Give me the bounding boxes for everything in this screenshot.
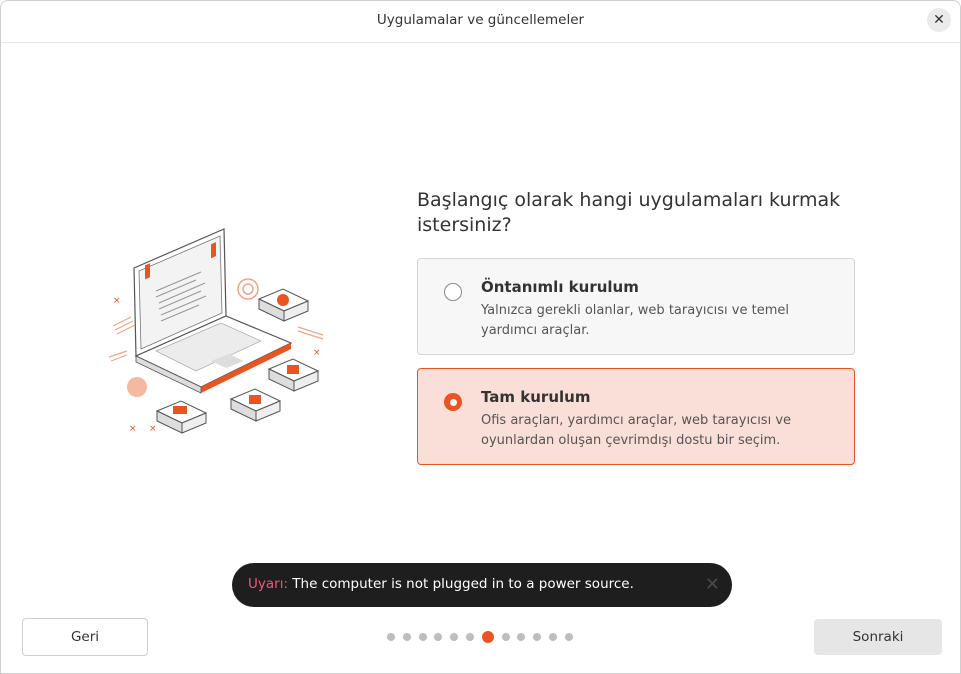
toast-label: Uyarı: (248, 576, 288, 592)
radio-default-install[interactable] (444, 283, 462, 301)
close-icon: ✕ (933, 12, 945, 28)
window-title: Uygulamalar ve güncellemeler (376, 12, 585, 28)
option-full-install[interactable]: Tam kurulum Ofis araçları, yardımcı araç… (417, 368, 855, 465)
svg-text:×: × (149, 424, 157, 434)
progress-dot (450, 633, 459, 641)
option-default-install[interactable]: Öntanımlı kurulum Yalnızca gerekli olanl… (417, 258, 855, 355)
close-button[interactable]: ✕ (927, 8, 951, 32)
option-description: Yalnızca gerekli olanlar, web tarayıcısı… (481, 303, 789, 338)
svg-text:×: × (129, 424, 137, 434)
toast-text: Uyarı: The computer is not plugged in to… (248, 576, 634, 592)
option-description: Ofis araçları, yardımcı araçlar, web tar… (481, 413, 792, 448)
progress-dot (434, 633, 443, 641)
laptop-illustration: × × × × (108, 228, 324, 434)
back-button[interactable]: Geri (22, 618, 148, 656)
progress-dots (387, 629, 581, 645)
progress-dot (387, 633, 395, 641)
svg-text:×: × (113, 296, 121, 306)
progress-dot (533, 633, 542, 641)
installer-window: Uygulamalar ve güncellemeler ✕ × × × × B… (0, 0, 961, 674)
progress-dot (501, 633, 510, 641)
option-title: Öntanımlı kurulum (481, 278, 639, 296)
question-heading: Başlangıç olarak hangi uygulamaları kurm… (417, 189, 841, 236)
toast-close-icon[interactable]: ✕ (705, 574, 720, 595)
power-warning-toast: Uyarı: The computer is not plugged in to… (232, 563, 732, 607)
progress-dot (465, 633, 474, 641)
progress-dot-active (481, 631, 494, 643)
svg-text:×: × (313, 348, 321, 358)
titlebar: Uygulamalar ve güncellemeler ✕ (1, 1, 960, 43)
progress-dot (517, 633, 526, 641)
progress-dot (418, 633, 427, 641)
progress-dot (402, 633, 411, 641)
option-title: Tam kurulum (481, 388, 591, 406)
toast-message: The computer is not plugged in to a powe… (292, 576, 634, 592)
progress-dot (548, 633, 557, 641)
radio-full-install[interactable] (444, 393, 462, 411)
next-button[interactable]: Sonraki (814, 619, 942, 655)
progress-dot (564, 633, 573, 641)
